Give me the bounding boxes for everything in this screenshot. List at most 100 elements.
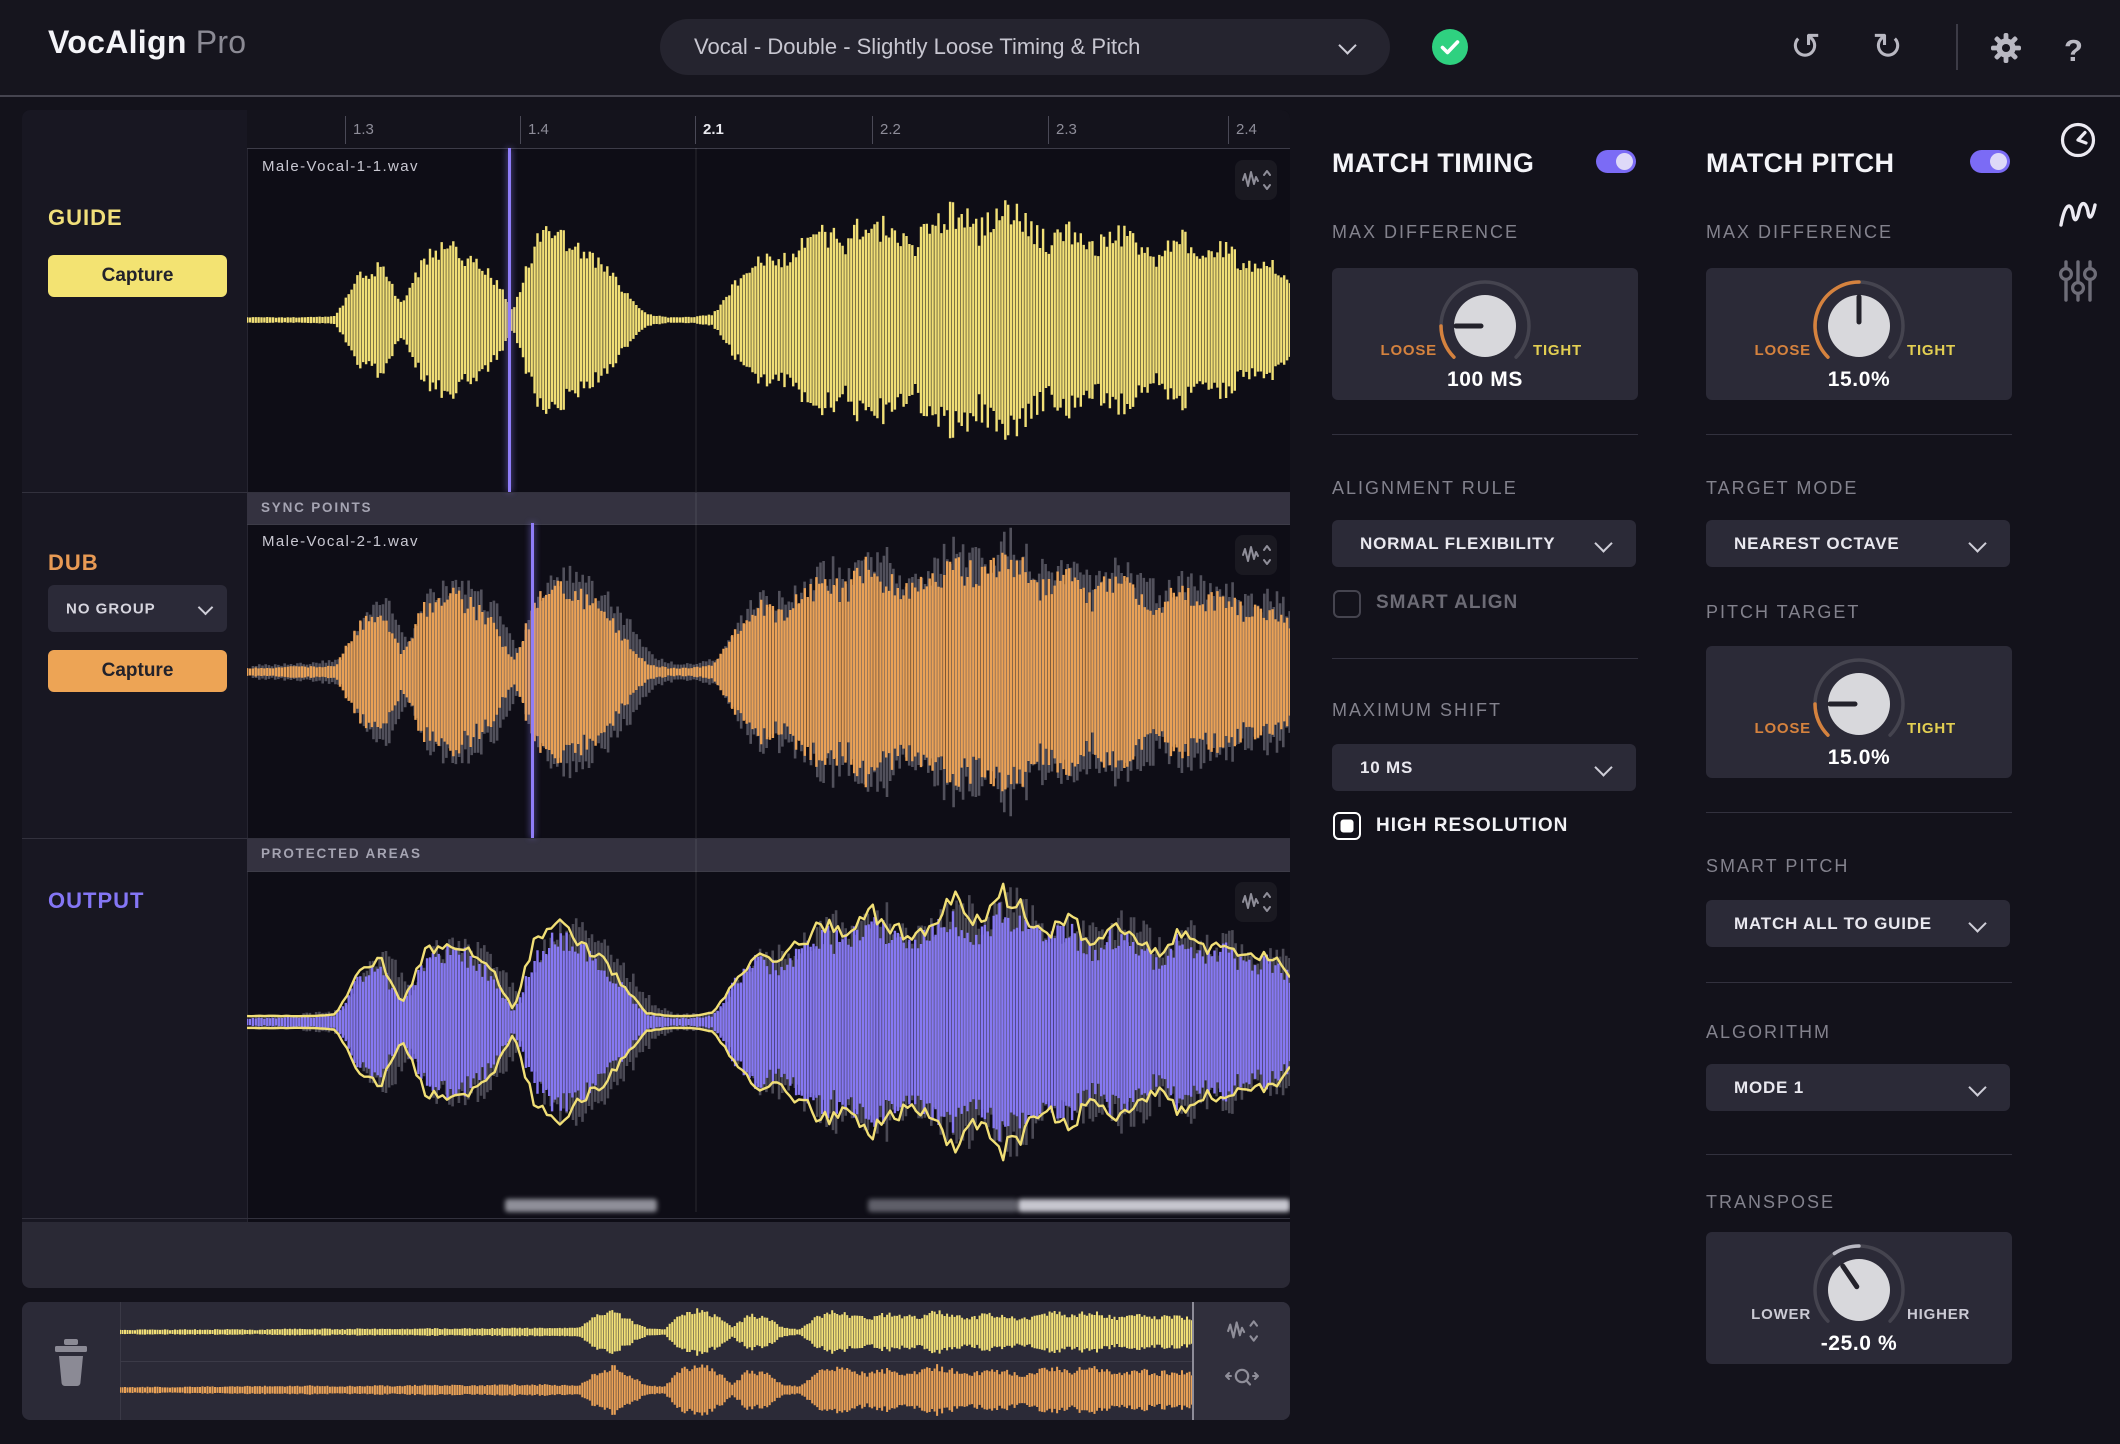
transpose-knob[interactable]: LOWER HIGHER -25.0 %	[1706, 1232, 2012, 1364]
overview-divider	[120, 1361, 1192, 1362]
output-waveform[interactable]	[247, 870, 1290, 1218]
guide-file-label: Male-Vocal-1-1.wav	[262, 158, 419, 175]
chevron-down-icon	[197, 599, 214, 616]
timing-max-difference-value: 100 MS	[1447, 368, 1523, 391]
ruler-tick: 1.3	[345, 116, 374, 144]
pitch-max-difference-knob[interactable]: LOOSE TIGHT 15.0%	[1706, 268, 2012, 400]
status-check-icon	[1432, 29, 1468, 65]
guide-section-label: GUIDE	[48, 205, 123, 230]
pitch-target-label: PITCH TARGET	[1706, 602, 1861, 622]
help-button[interactable]: ?	[2064, 30, 2083, 72]
sync-points-label: SYNC POINTS	[261, 500, 373, 515]
algorithm-select[interactable]: MODE 1	[1706, 1064, 2010, 1111]
guide-playhead[interactable]	[508, 148, 511, 492]
pitch-max-difference-value: 15.0%	[1827, 368, 1891, 391]
dub-playhead[interactable]	[531, 523, 534, 838]
toggle-knob	[1990, 153, 2007, 170]
loose-label: LOOSE	[1754, 342, 1811, 359]
higher-label: HIGHER	[1907, 1306, 1971, 1323]
alignment-rule-select[interactable]: NORMAL FLEXIBILITY	[1332, 520, 1636, 567]
dub-group-value: NO GROUP	[66, 600, 156, 617]
match-pitch-toggle[interactable]	[1970, 150, 2010, 173]
chevron-down-icon	[1968, 534, 1987, 553]
smart-pitch-select[interactable]: MATCH ALL TO GUIDE	[1706, 900, 2010, 947]
divider	[1706, 1154, 2012, 1155]
algorithm-label: ALGORITHM	[1706, 1022, 1832, 1042]
smart-align-checkbox[interactable]	[1333, 590, 1361, 618]
alignment-rule-label: ALIGNMENT RULE	[1332, 478, 1518, 498]
horizontal-scrollbar[interactable]	[22, 1222, 1290, 1288]
guide-waveform[interactable]	[247, 148, 1290, 492]
protected-areas-label: PROTECTED AREAS	[261, 846, 422, 861]
timeline-gridline	[695, 148, 697, 1212]
divider	[1332, 658, 1638, 659]
ruler-tick: 2.3	[1048, 116, 1077, 144]
protected-area-marker	[505, 1199, 657, 1212]
loose-label: LOOSE	[1754, 720, 1811, 737]
timing-view-button[interactable]	[2056, 118, 2100, 167]
gear-icon	[1991, 33, 2021, 63]
dub-capture-button[interactable]: Capture	[48, 650, 227, 692]
undo-button[interactable]: ↺	[1790, 26, 1821, 68]
dub-waveform[interactable]	[247, 523, 1290, 838]
help-icon: ?	[2064, 33, 2083, 68]
pitch-target-value: 15.0%	[1827, 746, 1891, 769]
high-resolution-label: HIGH RESOLUTION	[1376, 815, 1569, 836]
target-mode-value: NEAREST OCTAVE	[1734, 533, 1900, 553]
vocalign-pro-window: VocAlign Pro Vocal - Double - Slightly Lo…	[0, 0, 2120, 1444]
chevron-down-icon	[1338, 36, 1357, 55]
output-vertical-zoom-button[interactable]	[1235, 882, 1277, 922]
overview-horizontal-zoom-button[interactable]	[1222, 1364, 1262, 1397]
divider	[1706, 434, 2012, 435]
settings-button[interactable]	[1988, 30, 2024, 75]
preset-select[interactable]: Vocal - Double - Slightly Loose Timing &…	[660, 19, 1390, 75]
maximum-shift-value: 10 MS	[1360, 757, 1414, 777]
target-mode-label: TARGET MODE	[1706, 478, 1859, 498]
ruler-tick: 2.2	[872, 116, 901, 144]
redo-button[interactable]: ↻	[1872, 26, 1903, 68]
pitch-target-knob[interactable]: LOOSE TIGHT 15.0%	[1706, 646, 2012, 778]
chevron-down-icon	[1968, 914, 1987, 933]
chevron-down-icon	[1968, 1078, 1987, 1097]
high-resolution-checkbox[interactable]	[1333, 812, 1361, 840]
toggle-knob	[1616, 153, 1633, 170]
output-section-label: OUTPUT	[48, 888, 145, 913]
target-mode-select[interactable]: NEAREST OCTAVE	[1706, 520, 2010, 567]
match-timing-toggle[interactable]	[1596, 150, 1636, 173]
overview-icon-cell	[1194, 1302, 1290, 1420]
pitch-view-button[interactable]	[2054, 188, 2102, 241]
maximum-shift-select[interactable]: 10 MS	[1332, 744, 1636, 791]
redo-icon: ↻	[1872, 26, 1904, 67]
ruler-tick: 2.1	[695, 116, 724, 144]
brand-logo: VocAlign Pro	[48, 24, 247, 60]
protected-area-marker	[868, 1199, 1018, 1212]
alignment-rule-value: NORMAL FLEXIBILITY	[1360, 533, 1556, 553]
protected-areas-strip[interactable]: PROTECTED AREAS	[247, 838, 1290, 872]
dub-section-label: DUB	[48, 550, 99, 575]
lower-label: LOWER	[1751, 1306, 1811, 1323]
match-pitch-title: MATCH PITCH	[1706, 148, 1895, 178]
dub-group-select[interactable]: NO GROUP	[48, 585, 227, 632]
dub-file-label: Male-Vocal-2-1.wav	[262, 533, 419, 550]
guide-capture-button[interactable]: Capture	[48, 255, 227, 297]
settings-view-button[interactable]	[2058, 258, 2098, 309]
pitch-wave-icon	[2059, 201, 2097, 227]
waveform-zoom-icon	[1242, 170, 1271, 190]
top-bar: VocAlign Pro Vocal - Double - Slightly Lo…	[0, 0, 2120, 97]
section-divider	[22, 838, 1290, 839]
overview-vertical-zoom-button[interactable]	[1226, 1318, 1258, 1349]
timeline-ruler[interactable]: 1.3 1.4 2.1 2.2 2.3 2.4	[247, 110, 1290, 149]
sync-points-strip[interactable]: SYNC POINTS	[247, 492, 1290, 525]
chevron-down-icon	[1594, 534, 1613, 553]
ruler-tick: 2.4	[1228, 116, 1257, 144]
horizontal-zoom-icon	[1225, 1368, 1259, 1386]
clear-capture-button[interactable]	[22, 1302, 121, 1420]
undo-icon: ↺	[1790, 26, 1822, 67]
guide-vertical-zoom-button[interactable]	[1235, 160, 1277, 200]
tight-label: TIGHT	[1907, 720, 1956, 737]
dub-vertical-zoom-button[interactable]	[1235, 535, 1277, 575]
sliders-icon	[2058, 260, 2098, 302]
timing-max-difference-label: MAX DIFFERENCE	[1332, 222, 1520, 242]
pitch-max-difference-label: MAX DIFFERENCE	[1706, 222, 1894, 242]
timing-max-difference-knob[interactable]: LOOSE TIGHT 100 MS	[1332, 268, 1638, 400]
